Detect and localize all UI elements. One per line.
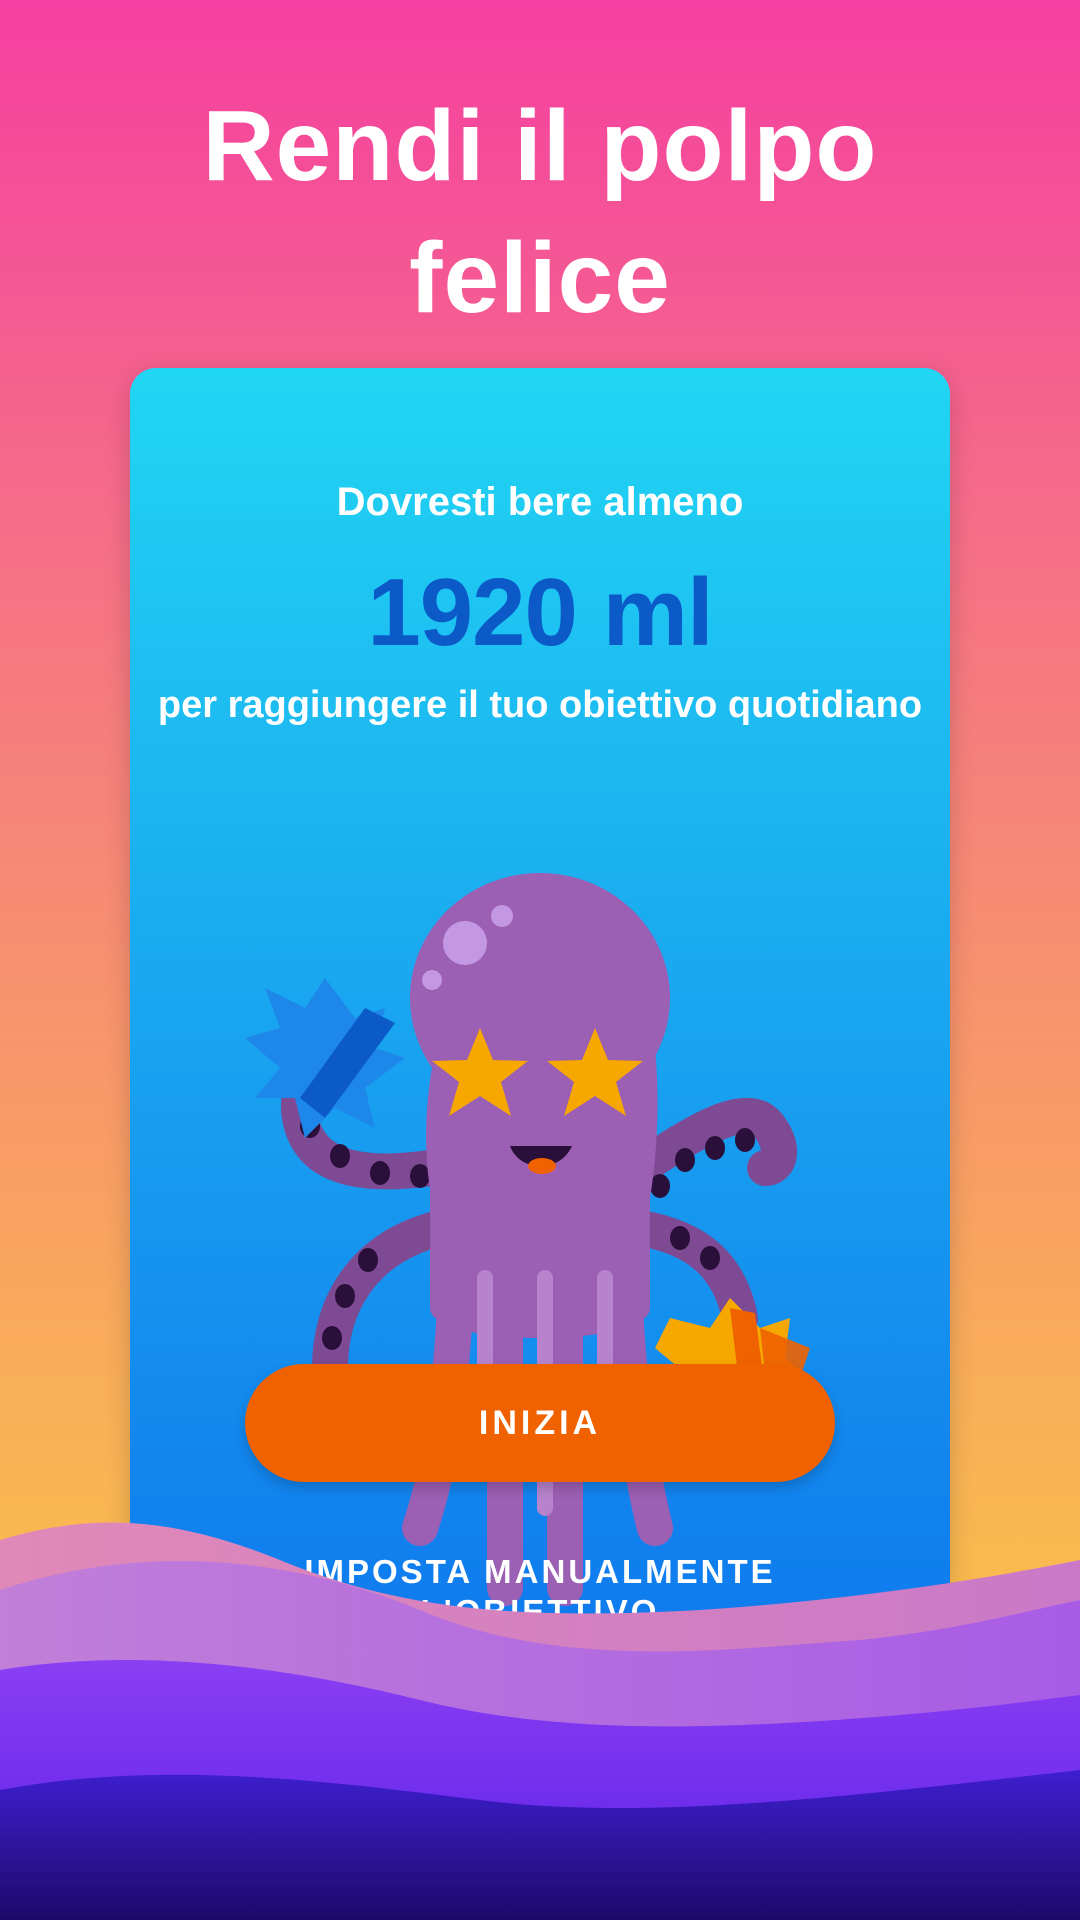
wave-background [0, 1522, 1080, 1920]
octopus-head [410, 873, 670, 1123]
goal-prefix-text: Dovresti bere almeno [336, 480, 744, 524]
blue-pompom [245, 978, 405, 1138]
octopus-tongue [528, 1158, 556, 1174]
goal-amount: 1920 ml [367, 559, 713, 666]
title-line-1: Rendi il polpo [202, 90, 878, 202]
octopus-tentacle-right-lower [622, 1210, 758, 1336]
page-title: Rendi il polpo felice [0, 80, 1080, 344]
start-button[interactable]: INIZIA [245, 1364, 835, 1482]
goal-suffix-text: per raggiungere il tuo obiettivo quotidi… [157, 684, 923, 726]
title-line-2: felice [409, 222, 671, 334]
